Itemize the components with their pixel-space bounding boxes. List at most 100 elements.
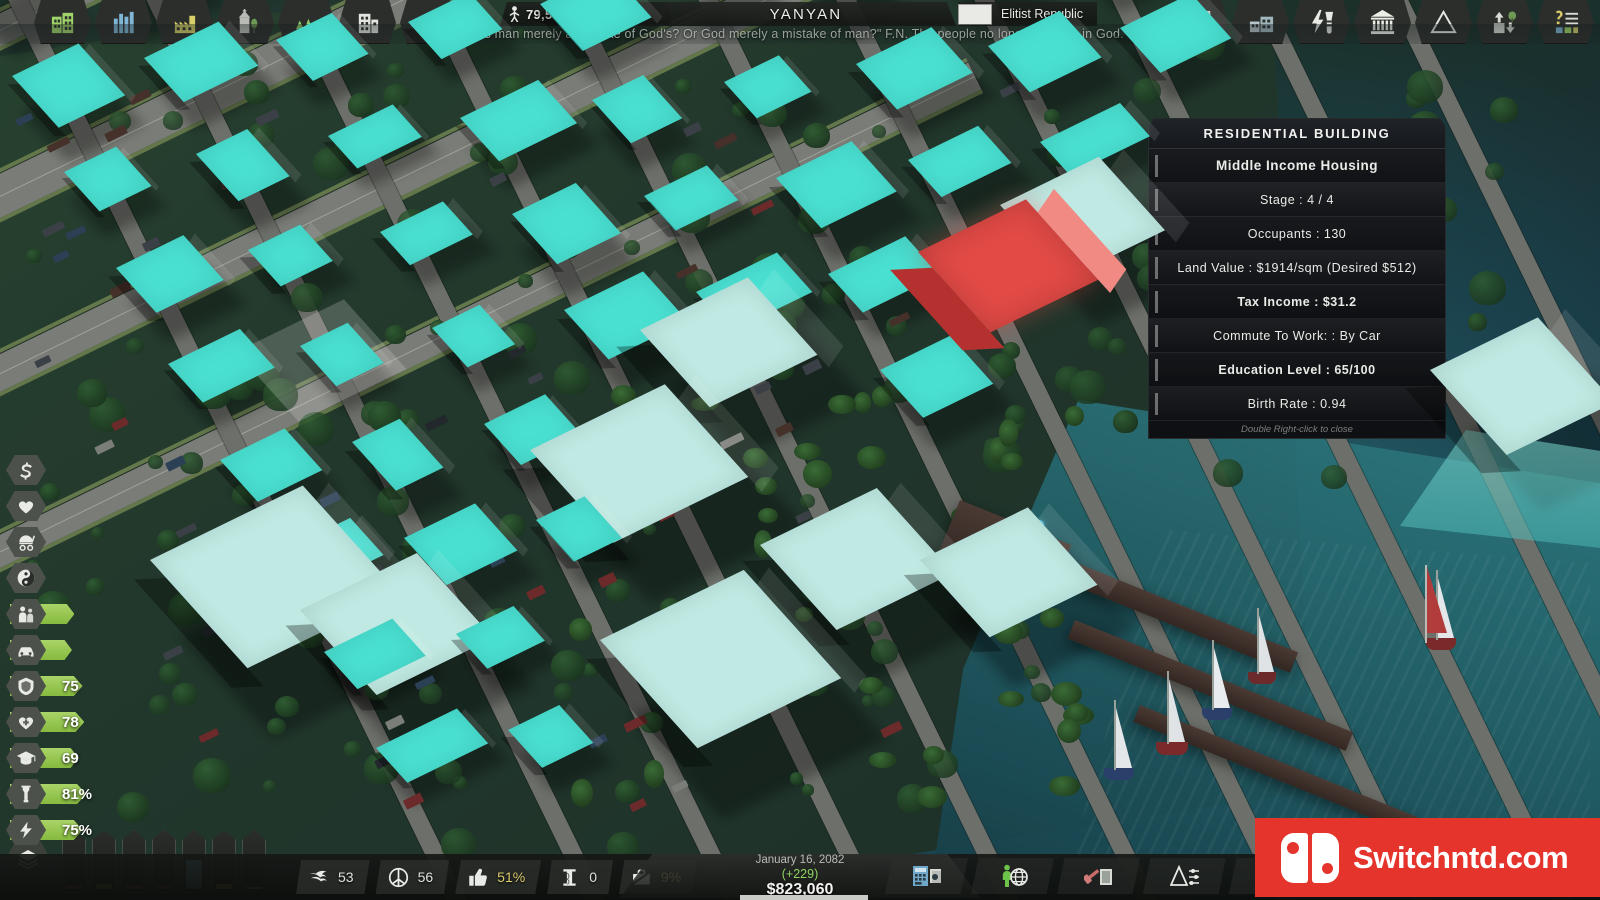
water-indicator-icon-wrap [6,779,46,809]
tree [554,361,590,394]
triangle-sliders-icon [1170,863,1200,889]
palm-tree [854,392,871,414]
palm-tree [999,419,1018,447]
info-panel-close-hint: Double Right-click to close [1149,421,1445,438]
info-row-commute: Commute To Work: : By Car [1149,319,1445,353]
sailboat [1242,598,1280,684]
water-indicator[interactable]: 81% [2,776,122,812]
info-row-tax-income: Tax Income : $31.2 [1149,285,1445,319]
tree [551,650,585,681]
religion-indicator-icon-wrap [6,563,46,593]
finance-indicator[interactable] [2,452,122,488]
tree [1490,97,1518,123]
tree [148,455,163,469]
approval-stat[interactable]: 51% [455,860,541,894]
tree [1468,313,1487,331]
calculator-icon [912,863,942,889]
education-indicator-value: 69 [62,750,79,767]
tree [385,325,406,344]
info-panel-subtitle: Middle Income Housing [1216,158,1378,173]
city-indicators-rail[interactable]: 75 78 69 81% 75% [2,452,122,848]
people-icon [16,604,36,624]
wing-icon [308,867,329,888]
population-panel-button[interactable] [971,858,1054,894]
tree [803,123,830,148]
info-row-stage-text: Stage : 4 / 4 [1260,193,1334,207]
info-panel-subtitle-row: Middle Income Housing [1149,149,1445,183]
palm-tree [828,395,856,415]
happiness-indicator[interactable] [2,488,122,524]
tree [802,784,815,796]
person-icon [509,6,520,22]
pillar-icon [559,867,580,888]
freedom-stat[interactable]: 53 [296,860,370,894]
stroller-icon [16,532,36,552]
budget-button[interactable] [885,858,968,894]
peace-stat[interactable]: 56 [376,860,450,894]
tree [1133,78,1160,103]
religion-indicator[interactable] [2,560,122,596]
peace-icon [388,867,409,888]
nation-flag [958,4,992,25]
sailboat [1150,660,1192,755]
info-row-tax-income-text: Tax Income : $31.2 [1237,295,1356,309]
info-row-commute-text: Commute To Work: : By Car [1213,329,1381,343]
sailboat-sail [1259,615,1274,672]
gavel-icon [1084,863,1114,889]
peace-stat-value: 56 [418,869,434,885]
tree [126,338,144,354]
health-indicator[interactable]: 78 [2,704,122,740]
police-indicator-value: 75 [62,678,79,695]
tree [1070,370,1106,403]
palm-tree [803,460,832,487]
tree [871,639,898,664]
info-row-land-value: Land Value : $1914/sqm (Desired $512) [1149,251,1445,285]
palm-tree [1049,776,1080,796]
tree [800,494,815,508]
palm-tree [569,618,592,641]
current-date: January 16, 2082 [756,854,845,866]
birth-indicator[interactable] [2,524,122,560]
sailboat-sail [1116,708,1132,768]
tree [1321,465,1347,489]
palm-tree [917,786,947,808]
info-row-education-text: Education Level : 65/100 [1218,363,1375,377]
tree [867,621,884,636]
lightning-icon [16,820,36,840]
justice-stat[interactable]: 0 [547,860,613,894]
traffic-indicator-icon-wrap [6,635,46,665]
game-speed-slider[interactable] [740,895,868,900]
tree [872,125,886,138]
sailboat-hull [1202,708,1232,720]
tree [1213,459,1243,487]
tree [1108,338,1126,355]
palm-tree [1001,453,1022,471]
water-indicator-value: 81% [62,786,92,803]
education-indicator[interactable]: 69 [2,740,122,776]
laws-button[interactable] [1057,858,1140,894]
water-tower-icon [16,784,36,804]
sailboat [1098,690,1138,780]
info-row-land-value-text: Land Value : $1914/sqm (Desired $512) [1177,261,1416,275]
tree [163,111,184,130]
bottom-panel-buttons[interactable] [885,854,1315,898]
terrain-settings-button[interactable] [1143,858,1226,894]
police-indicator[interactable]: 75 [2,668,122,704]
city-name-display: YANYAN [656,2,956,26]
palm-tree [644,760,663,788]
tree [244,80,270,104]
freedom-stat-value: 53 [338,869,354,885]
health-indicator-value: 78 [62,714,79,731]
tree [790,772,804,785]
building-info-panel[interactable]: RESIDENTIAL BUILDING Middle Income Housi… [1148,118,1446,439]
population-indicator[interactable] [2,596,122,632]
tree [348,93,374,117]
red-sail [1427,567,1447,633]
traffic-indicator[interactable] [2,632,122,668]
tree [275,696,299,718]
city-name: YANYAN [770,6,843,23]
health-indicator-icon-wrap [6,707,46,737]
palm-tree [1040,608,1064,628]
palm-tree [758,508,778,523]
sailboat-sail [1169,679,1185,742]
